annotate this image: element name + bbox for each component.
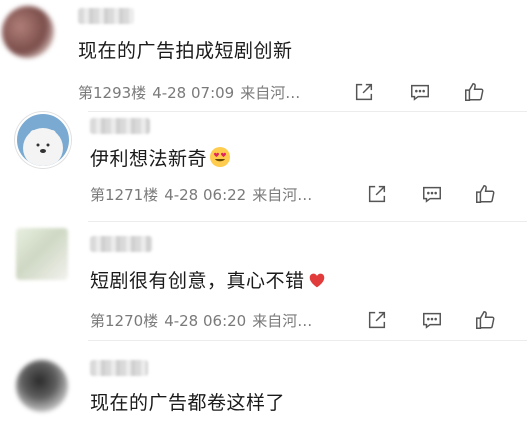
reply-icon[interactable]	[408, 80, 432, 104]
like-icon[interactable]	[473, 182, 497, 206]
reply-icon[interactable]	[420, 182, 444, 206]
comment-item: 伊利想法新奇 第1271楼 4-28 06:22 来自河…	[0, 112, 527, 222]
avatar[interactable]	[15, 112, 71, 168]
avatar[interactable]	[16, 360, 68, 412]
comment-item: 现在的广告都卷这样了	[0, 342, 527, 424]
username[interactable]	[78, 8, 134, 24]
comment-meta: 第1270楼 4-28 06:20 来自河…	[90, 310, 318, 331]
reply-icon[interactable]	[420, 308, 444, 332]
timestamp: 4-28 06:20	[164, 312, 247, 330]
timestamp: 4-28 07:09	[152, 84, 235, 102]
comment-item: 现在的广告拍成短剧创新 第1293楼 4-28 07:09 来自河…	[0, 0, 527, 112]
floor-number: 第1293楼	[78, 84, 147, 102]
comment-text: 短剧很有创意，真心不错	[90, 266, 327, 295]
username[interactable]	[90, 360, 148, 376]
divider	[88, 340, 527, 341]
avatar[interactable]	[16, 228, 68, 280]
comment-meta: 第1293楼 4-28 07:09 来自河…	[78, 82, 306, 103]
location: 来自河…	[240, 84, 301, 102]
like-icon[interactable]	[473, 308, 497, 332]
comment-item: 短剧很有创意，真心不错 第1270楼 4-28 06:20 来自河…	[0, 222, 527, 342]
heart-eyes-emoji	[209, 146, 231, 173]
username[interactable]	[90, 118, 150, 134]
comment-text: 现在的广告都卷这样了	[90, 392, 286, 414]
red-heart-emoji	[307, 270, 327, 295]
username[interactable]	[90, 236, 152, 252]
comment-text: 现在的广告拍成短剧创新	[78, 40, 293, 62]
floor-number: 第1271楼	[90, 186, 159, 204]
comment-meta: 第1271楼 4-28 06:22 来自河…	[90, 184, 318, 205]
comment-text: 伊利想法新奇	[90, 144, 231, 173]
floor-number: 第1270楼	[90, 312, 159, 330]
location: 来自河…	[252, 186, 313, 204]
avatar[interactable]	[2, 6, 54, 58]
like-icon[interactable]	[462, 80, 486, 104]
timestamp: 4-28 06:22	[164, 186, 247, 204]
share-icon[interactable]	[352, 80, 376, 104]
share-icon[interactable]	[365, 308, 389, 332]
location: 来自河…	[252, 312, 313, 330]
share-icon[interactable]	[365, 182, 389, 206]
